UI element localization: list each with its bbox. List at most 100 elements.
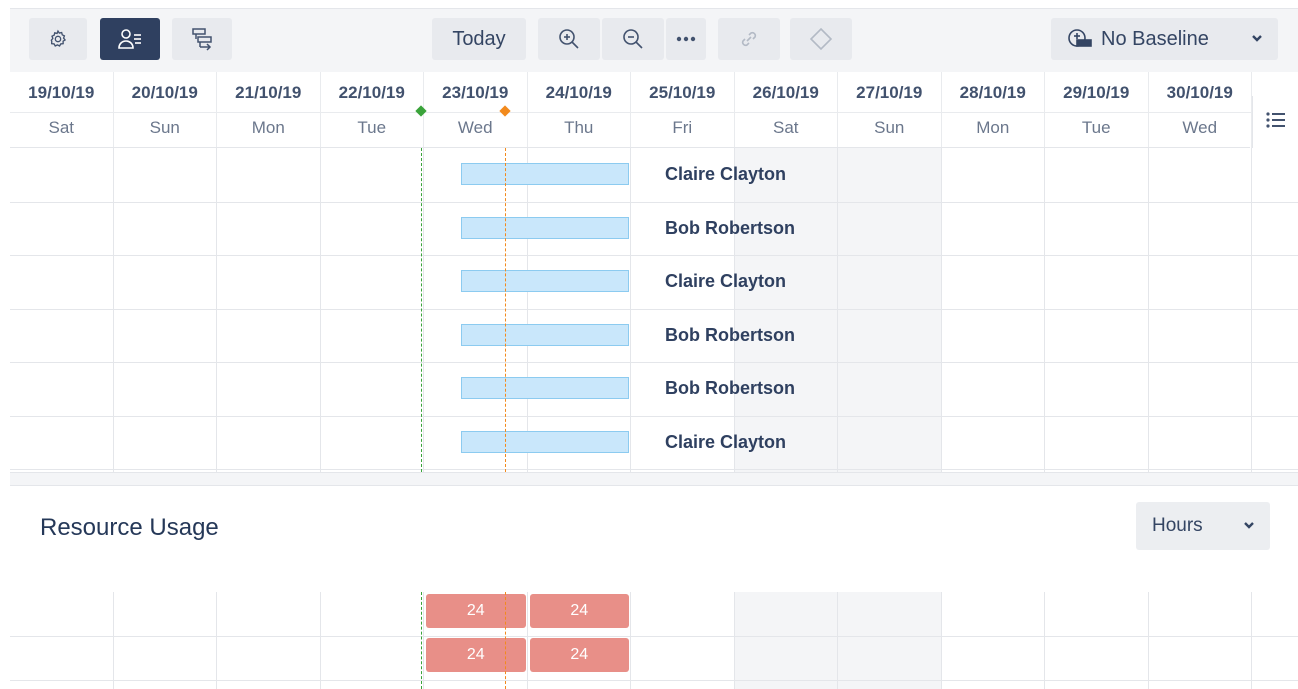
- resource-usage-grid: 24 24 24 24: [10, 592, 1298, 689]
- column-date: 20/10/19: [131, 83, 198, 102]
- header-separator: [424, 112, 527, 113]
- timeline-column-header: 28/10/19 Mon: [941, 72, 1045, 148]
- gantt-grid: Claire Clayton Bob Robertson Claire Clayto…: [10, 148, 1298, 472]
- timeline-column-header: 30/10/19 Wed: [1148, 72, 1252, 148]
- timeline-column-header: 20/10/19 Sun: [113, 72, 217, 148]
- task-bar[interactable]: [461, 377, 629, 399]
- row-divider: [10, 680, 1298, 681]
- grid-column: [838, 148, 942, 472]
- chevron-down-icon: [1242, 518, 1256, 537]
- column-day: Sun: [149, 118, 180, 137]
- baseline-dropdown[interactable]: No Baseline: [1051, 18, 1278, 60]
- header-separator: [217, 112, 320, 113]
- timeline-column-header: 22/10/19 Tue: [320, 72, 424, 148]
- column-day: Sat: [772, 118, 799, 137]
- usage-cell[interactable]: 24: [529, 638, 629, 672]
- column-day: Mon: [976, 118, 1010, 137]
- header-separator: [631, 112, 734, 113]
- usage-cell[interactable]: 24: [529, 594, 629, 628]
- column-date: 21/10/19: [235, 83, 302, 102]
- zoom-out-button[interactable]: [602, 18, 664, 60]
- settings-button[interactable]: [29, 18, 87, 60]
- timeline-column-header: 19/10/19 Sat: [10, 72, 114, 148]
- baseline-icon: [1067, 28, 1093, 50]
- resource-view-icon: [118, 28, 142, 50]
- zoom-out-icon: [622, 28, 644, 50]
- unit-label: Hours: [1152, 515, 1203, 536]
- task-assignee-label: Claire Clayton: [665, 431, 787, 452]
- gear-icon: [48, 29, 68, 49]
- header-separator: [838, 112, 941, 113]
- zoom-in-button[interactable]: [538, 18, 600, 60]
- column-list-button[interactable]: [1252, 96, 1298, 148]
- panel-splitter[interactable]: [10, 472, 1298, 486]
- column-day: Sun: [874, 118, 905, 137]
- grid-column: [10, 592, 114, 689]
- task-assignee-label: Claire Clayton: [665, 164, 787, 184]
- column-day: Wed: [457, 118, 493, 137]
- milestone-icon: [809, 27, 833, 51]
- column-day: Tue: [357, 118, 387, 137]
- task-bar[interactable]: [461, 270, 629, 292]
- header-separator: [734, 112, 837, 113]
- today-line: [421, 592, 422, 689]
- task-bar[interactable]: [461, 430, 629, 453]
- unit-dropdown[interactable]: Hours: [1136, 502, 1270, 550]
- header-separator: [527, 112, 630, 113]
- today-button[interactable]: Today: [432, 18, 526, 60]
- usage-cell[interactable]: 24: [426, 594, 526, 628]
- status-date-line: [505, 148, 506, 472]
- header-separator: [941, 112, 1044, 113]
- resource-usage-title: Resource Usage: [40, 514, 219, 541]
- timeline-column-header: 21/10/19 Mon: [217, 72, 321, 148]
- timeline-column-header: 23/10/19 Wed: [424, 72, 528, 148]
- timeline-column-header: 29/10/19 Tue: [1045, 72, 1149, 148]
- column-day: Wed: [1182, 118, 1218, 137]
- grid-column: [838, 592, 942, 689]
- timeline-column-header: 25/10/19 Fri: [631, 72, 735, 148]
- task-bar[interactable]: [461, 163, 629, 185]
- usage-cell[interactable]: 24: [426, 638, 526, 672]
- grid-column: [528, 148, 631, 472]
- column-date: 29/10/19: [1063, 83, 1130, 102]
- row-divider: [10, 636, 1298, 637]
- column-date: 30/10/19: [1166, 83, 1233, 102]
- more-button[interactable]: [666, 18, 706, 60]
- grid-column: [1149, 592, 1252, 689]
- column-date: 26/10/19: [752, 83, 819, 102]
- column-date: 28/10/19: [959, 83, 1026, 102]
- grid-column: [217, 592, 321, 689]
- column-day: Sat: [48, 118, 75, 137]
- task-bar[interactable]: [461, 216, 629, 239]
- resource-view-button[interactable]: [100, 18, 160, 60]
- toolbar: Today No Baseline: [10, 8, 1298, 72]
- row-divider: [10, 469, 1298, 470]
- grid-column: [10, 148, 114, 472]
- milestone-button[interactable]: [790, 18, 852, 60]
- grid-column: [942, 148, 1045, 472]
- grid-column: [1045, 148, 1149, 472]
- task-assignee-label: Claire Clayton: [665, 271, 787, 291]
- timeline-column-header: 26/10/19 Sat: [734, 72, 838, 148]
- grid-column: [734, 592, 838, 689]
- grid-column: [734, 148, 838, 472]
- grid-column: [321, 592, 424, 689]
- grid-column: [114, 592, 217, 689]
- gantt-view-button[interactable]: [172, 18, 232, 60]
- zoom-in-icon: [558, 28, 580, 50]
- link-button[interactable]: [718, 18, 780, 60]
- task-assignee-label: Bob Robertson: [665, 217, 795, 238]
- row-divider: [10, 308, 1298, 310]
- grid-column: [631, 592, 735, 689]
- header-separator: [320, 112, 423, 113]
- task-bar[interactable]: [461, 323, 629, 346]
- grid-column: [1149, 148, 1252, 472]
- timeline-column-header: 24/10/19 Thu: [527, 72, 631, 148]
- header-separator: [10, 112, 113, 113]
- task-assignee-label: Bob Robertson: [665, 378, 795, 398]
- grid-column: [217, 148, 321, 472]
- column-date: 24/10/19: [545, 83, 612, 102]
- task-assignee-label: Bob Robertson: [665, 324, 795, 345]
- header-separator: [113, 112, 216, 113]
- column-date: 19/10/19: [28, 83, 95, 102]
